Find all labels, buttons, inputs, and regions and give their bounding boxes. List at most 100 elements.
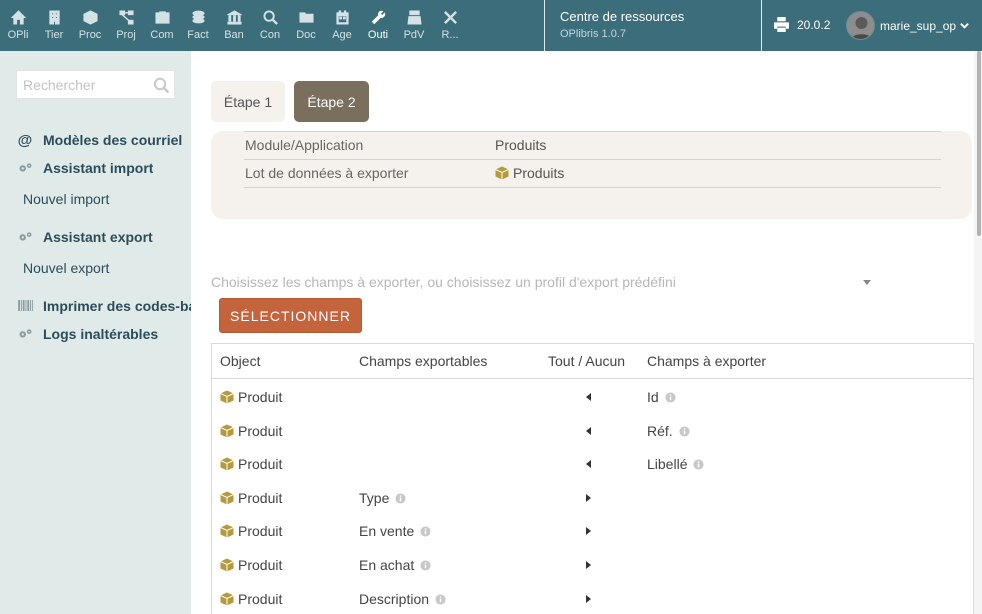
tab-step-1[interactable]: Étape 1: [211, 81, 285, 122]
product-box-icon: [220, 457, 234, 471]
summary-key: Module/Application: [245, 137, 364, 153]
resource-center-title: Centre de ressources: [560, 9, 685, 24]
field-label: En achat: [359, 557, 415, 573]
folder-icon: [298, 12, 314, 23]
product-box-icon: [220, 390, 234, 404]
sitemap-icon: [118, 10, 134, 25]
topmenu-label: Con: [259, 29, 281, 41]
topmenu-item-home[interactable]: OPli: [3, 0, 33, 51]
exportable-field[interactable]: Description: [359, 591, 446, 607]
field-to-export[interactable]: Libellé: [647, 456, 705, 472]
topmenu-item-pos[interactable]: PdV: [399, 0, 429, 51]
select-button[interactable]: SÉLECTIONNER: [219, 298, 362, 333]
topmenu-label: OPli: [7, 29, 29, 41]
username[interactable]: marie_sup_op: [880, 19, 956, 33]
sidebar-item-print-barcodes[interactable]: Imprimer des codes-barres: [15, 298, 191, 314]
topmenu-label: Fact: [187, 29, 209, 41]
topmenu-item-projects[interactable]: Proj: [111, 0, 141, 51]
info-icon[interactable]: [395, 492, 406, 504]
topmenu-item-agenda[interactable]: Age: [327, 0, 357, 51]
exportable-field[interactable]: Type: [359, 490, 406, 506]
caret-down-icon[interactable]: [863, 280, 871, 285]
topmenu-item-thirdparties[interactable]: Tier: [39, 0, 69, 51]
column-header-fields: Champs exportables: [359, 353, 488, 369]
caret-right-icon[interactable]: [586, 494, 591, 502]
sidebar-item-label: Assistant import: [43, 160, 154, 176]
topmenu-item-accounting[interactable]: Con: [255, 0, 285, 51]
table-row: Produit Type: [212, 481, 973, 514]
sidebar: @ Modèles des courriel Assistant import N…: [0, 51, 191, 614]
search-input[interactable]: [17, 71, 145, 98]
info-icon[interactable]: [693, 458, 705, 470]
scrollbar-thumb[interactable]: [977, 51, 981, 236]
caret-right-icon[interactable]: [586, 595, 591, 603]
info-icon[interactable]: [679, 425, 690, 437]
field-label: Description: [359, 591, 430, 607]
topmenu-item-tools[interactable]: Outi: [363, 0, 393, 51]
sidebar-item-export-assistant[interactable]: Assistant export: [15, 229, 153, 245]
topmenu-item-documents[interactable]: Doc: [291, 0, 321, 51]
version-label: 20.0.2: [797, 18, 831, 32]
row-object: Produit: [220, 523, 282, 539]
caret-right-icon[interactable]: [586, 527, 591, 535]
topmenu-item-bank[interactable]: Ban: [219, 0, 249, 51]
avatar[interactable]: [846, 11, 875, 40]
cogs-icon: [15, 326, 35, 342]
info-icon[interactable]: [420, 525, 431, 537]
row-object: Produit: [220, 389, 282, 405]
at-icon: @: [17, 132, 33, 149]
chevron-down-icon[interactable]: [959, 20, 970, 31]
caret-left-icon[interactable]: [586, 427, 591, 435]
summary-value: Produits: [513, 165, 565, 181]
search-dollar-icon: [262, 10, 278, 25]
field-label: Libellé: [647, 456, 688, 472]
sidebar-item-label: Logs inaltérables: [43, 326, 159, 342]
summary-value: Produits: [495, 137, 547, 153]
caret-right-icon[interactable]: [586, 561, 591, 569]
product-box-icon: [220, 424, 234, 438]
exportable-field[interactable]: En vente: [359, 523, 431, 539]
topmenu-item-billing[interactable]: Fact: [183, 0, 213, 51]
sidebar-item-label: Imprimer des codes-barres: [43, 298, 191, 314]
sidebar-item-label: Modèles des courriel: [43, 132, 183, 148]
field-to-export[interactable]: Id: [647, 389, 676, 405]
table-row: Produit En achat: [212, 548, 973, 581]
coins-icon: [191, 10, 205, 24]
field-to-export[interactable]: Réf.: [647, 423, 690, 439]
topmenu-item-products[interactable]: Proc: [75, 0, 105, 51]
column-header-object: Object: [220, 353, 261, 369]
topmenu-label: Ban: [224, 29, 244, 41]
export-profile-select[interactable]: Choisissez les champs à exporter, ou cho…: [211, 274, 877, 292]
print-button[interactable]: [773, 16, 790, 38]
exportable-field[interactable]: En achat: [359, 557, 431, 573]
topbar-separator: [544, 0, 545, 51]
tab-step-2[interactable]: Étape 2: [294, 81, 369, 122]
toggle-all-none[interactable]: Tout / Aucun: [548, 353, 625, 369]
resource-center[interactable]: Centre de ressources OPlibris 1.0.7: [560, 9, 684, 40]
sidebar-item-new-export[interactable]: Nouvel export: [23, 260, 109, 276]
resource-center-version: OPlibris 1.0.7: [560, 28, 627, 40]
table-row: Produit Libellé: [212, 447, 973, 480]
info-icon[interactable]: [435, 593, 446, 605]
sidebar-item-new-import[interactable]: Nouvel import: [23, 191, 109, 207]
fields-table: Object Champs exportables Tout / Aucun C…: [211, 343, 974, 614]
info-icon[interactable]: [420, 559, 431, 571]
field-label: Type: [359, 490, 390, 506]
top-bar: OPli Tier Proc Proj Com Fact Ban Con Doc…: [0, 0, 982, 51]
topmenu-item-commercial[interactable]: Com: [147, 0, 177, 51]
barcode-icon: [15, 298, 35, 314]
caret-left-icon[interactable]: [586, 460, 591, 468]
info-icon[interactable]: [665, 391, 676, 403]
cogs-icon: [15, 229, 35, 245]
search-icon[interactable]: [153, 77, 170, 94]
topmenu-item-more[interactable]: R...: [435, 0, 465, 51]
product-box-icon: [220, 524, 234, 538]
sidebar-item-import-assistant[interactable]: Assistant import: [15, 160, 153, 176]
caret-left-icon[interactable]: [586, 393, 591, 401]
building-icon: [48, 10, 60, 25]
product-box-icon: [220, 491, 234, 505]
bank-icon: [226, 10, 242, 25]
sidebar-item-email-templates[interactable]: @ Modèles des courriel: [15, 132, 183, 149]
top-menu: OPli Tier Proc Proj Com Fact Ban Con Doc…: [0, 0, 471, 51]
sidebar-item-logs[interactable]: Logs inaltérables: [15, 326, 158, 342]
